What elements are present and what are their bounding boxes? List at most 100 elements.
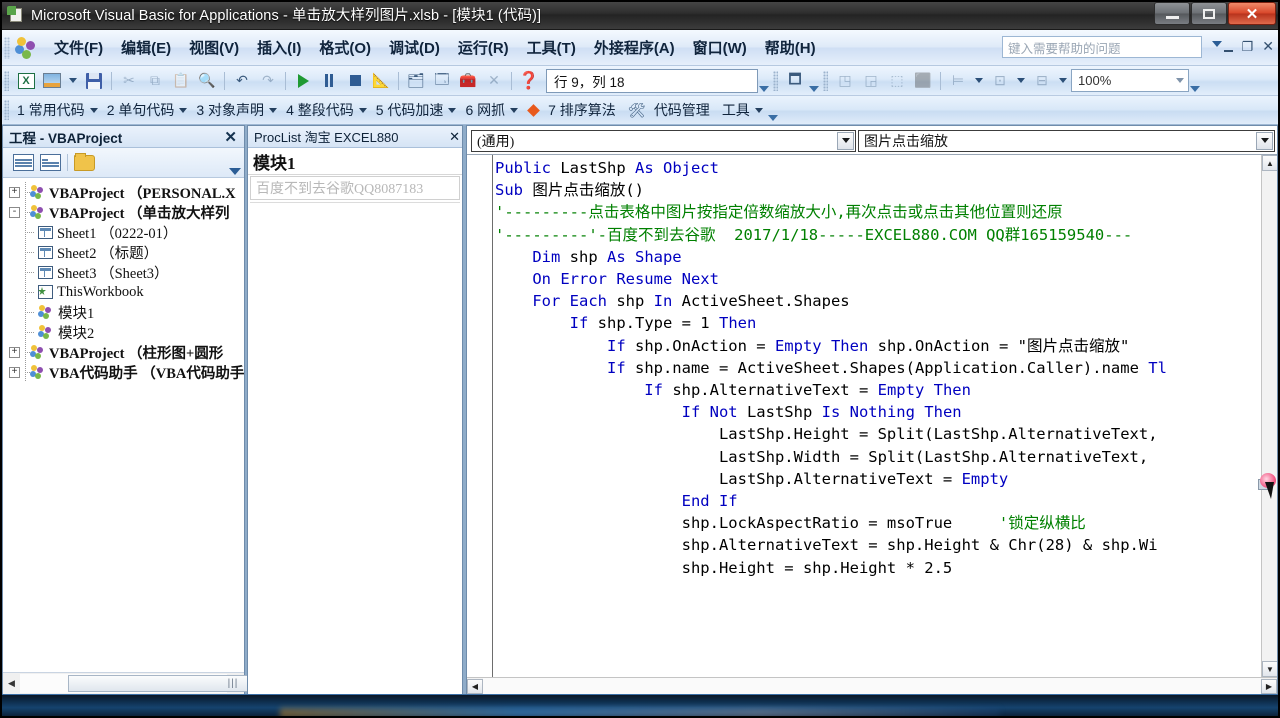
tree-item-sheet2[interactable]: Sheet2 （标题） (3, 242, 244, 262)
expander-icon[interactable]: + (9, 186, 20, 198)
close-icon[interactable]: ✕ (219, 128, 242, 146)
redo-icon[interactable]: ↷ (255, 69, 281, 93)
addin-object-declaration[interactable]: 3 对象声明 (192, 98, 266, 122)
design-mode-icon[interactable]: 📐 (368, 69, 394, 93)
addin-tools[interactable]: 工具 (718, 98, 752, 122)
toolbar-overflow-icon[interactable] (808, 70, 819, 92)
addin-code-manage[interactable]: 代码管理 (650, 98, 712, 122)
tree-item-vbaproject-personal[interactable]: + VBAProject （PERSONAL.X (3, 182, 244, 202)
chevron-down-icon[interactable] (269, 107, 278, 113)
expander-icon[interactable]: + (9, 366, 20, 378)
menu-item-addins[interactable]: 外接程序(A) (585, 33, 684, 62)
addin-grip-handle[interactable] (4, 100, 9, 120)
paste-icon[interactable]: 📋 (168, 69, 194, 93)
reset-icon[interactable] (342, 69, 368, 93)
chevron-down-icon[interactable] (1176, 78, 1184, 83)
scroll-left-icon[interactable]: ◀ (467, 678, 483, 694)
addin-sort-algorithm[interactable]: 7 排序算法 (544, 98, 618, 122)
hscroll-track[interactable]: ||| (20, 674, 398, 693)
os-taskbar[interactable] (0, 694, 1280, 718)
addin-web-scrape[interactable]: 6 网抓 (461, 98, 507, 122)
center-icon[interactable]: ⊡ (987, 69, 1013, 93)
toolbar-overflow-icon[interactable] (758, 70, 769, 92)
toolbar-grip-handle[interactable] (773, 70, 778, 91)
toolbar-grip-handle[interactable] (823, 70, 828, 91)
menu-item-edit[interactable]: 编辑(E) (112, 33, 180, 62)
proclist-results[interactable] (250, 202, 460, 693)
chevron-down-icon[interactable] (754, 107, 763, 113)
expander-icon[interactable]: - (9, 206, 20, 218)
menu-grip-handle[interactable] (4, 36, 10, 59)
menu-item-window[interactable]: 窗口(W) (684, 33, 756, 62)
run-icon[interactable] (290, 69, 316, 93)
code-editor-area[interactable]: Public LastShp As Object Sub 图片点击缩放() '---… (467, 154, 1277, 677)
center-chevron-icon[interactable] (1017, 78, 1025, 83)
chevron-down-icon[interactable] (1256, 131, 1273, 150)
tree-item-vba-code-assistant[interactable]: + VBA代码助手 （VBA代码助手 (3, 362, 244, 382)
align-chevron-icon[interactable] (975, 78, 983, 83)
edit-toolbar-icon[interactable]: 🗖 (782, 69, 808, 93)
insert-userform-icon[interactable] (39, 69, 65, 93)
menu-item-view[interactable]: 视图(V) (180, 33, 248, 62)
tree-item-sheet3[interactable]: Sheet3 （Sheet3） (3, 262, 244, 282)
send-to-back-icon[interactable]: ◲ (858, 69, 884, 93)
code-margin-indicator-bar[interactable] (467, 155, 493, 677)
size-icon[interactable]: ⊟ (1029, 69, 1055, 93)
addin-overflow-icon[interactable] (768, 99, 779, 121)
scroll-left-icon[interactable]: ◀ (3, 674, 20, 694)
close-icon[interactable]: ✕ (449, 129, 460, 145)
panel-overflow-icon[interactable] (229, 168, 241, 175)
maximize-button[interactable] (1191, 2, 1227, 25)
tree-item-vbaproject-active[interactable]: - VBAProject （单击放大样列 (3, 202, 244, 222)
menu-item-tools[interactable]: 工具(T) (518, 33, 585, 62)
tree-item-sheet1[interactable]: Sheet1 （0222-01） (3, 222, 244, 242)
align-left-icon[interactable]: ⊨ (945, 69, 971, 93)
view-code-icon[interactable] (13, 154, 34, 171)
chevron-down-icon[interactable] (89, 107, 98, 113)
chevron-down-icon[interactable] (510, 107, 519, 113)
view-object-icon[interactable] (40, 154, 61, 171)
code-hscrollbar[interactable]: ◀ ▶ (467, 677, 1277, 694)
insert-userform-chevron-icon[interactable] (69, 78, 77, 83)
chevron-down-icon[interactable] (179, 107, 188, 113)
mdi-close-icon[interactable]: ✕ (1262, 38, 1274, 55)
chevron-down-icon[interactable] (358, 107, 367, 113)
addin-common-code[interactable]: 1 常用代码 (13, 98, 87, 122)
project-tree-hscrollbar[interactable]: ◀ ||| ▶ (3, 672, 398, 694)
proclist-search-input[interactable]: 百度不到去谷歌QQ8087183 (250, 176, 460, 200)
group-icon[interactable]: ⬚ (884, 69, 910, 93)
chevron-down-icon[interactable] (837, 131, 854, 150)
save-icon[interactable] (81, 69, 107, 93)
menu-item-insert[interactable]: 插入(I) (248, 33, 310, 62)
break-icon[interactable] (316, 69, 342, 93)
bring-to-front-icon[interactable]: ◳ (832, 69, 858, 93)
chevron-down-icon[interactable] (448, 107, 457, 113)
help-icon[interactable]: ❓ (516, 69, 542, 93)
tree-item-vbaproject-charts[interactable]: + VBAProject （柱形图+圆形 (3, 342, 244, 362)
ungroup-icon[interactable]: ⬛ (910, 69, 936, 93)
help-question-input[interactable]: 键入需要帮助的问题 (1002, 36, 1202, 58)
menu-item-run[interactable]: 运行(R) (449, 33, 518, 62)
size-chevron-icon[interactable] (1059, 78, 1067, 83)
project-tree[interactable]: + VBAProject （PERSONAL.X - VBAProject （单… (3, 178, 244, 672)
tree-item-module1[interactable]: 模块1 (3, 302, 244, 322)
expander-icon[interactable]: + (9, 346, 20, 358)
copy-icon[interactable]: ⧉ (142, 69, 168, 93)
mdi-minimize-icon[interactable] (1223, 49, 1233, 52)
cut-icon[interactable]: ✂ (116, 69, 142, 93)
addin-single-statement[interactable]: 2 单句代码 (103, 98, 177, 122)
addin-whole-code[interactable]: 4 整段代码 (282, 98, 356, 122)
object-browser-icon[interactable]: 🧰 (455, 69, 481, 93)
object-dropdown[interactable]: (通用) (471, 129, 856, 152)
toolbar-overflow-icon[interactable] (1189, 70, 1200, 92)
scroll-down-icon[interactable]: ▼ (1262, 661, 1277, 677)
toolbox-icon[interactable]: ✕ (481, 69, 507, 93)
addin-code-accel[interactable]: 5 代码加速 (372, 98, 446, 122)
menu-item-file[interactable]: 文件(F) (45, 33, 112, 62)
toggle-folders-icon[interactable] (74, 152, 95, 171)
tree-item-module2[interactable]: 模块2 (3, 322, 244, 342)
code-vscrollbar[interactable]: ▲ ▼ (1261, 155, 1277, 677)
undo-icon[interactable]: ↶ (229, 69, 255, 93)
menu-item-format[interactable]: 格式(O) (310, 33, 380, 62)
procedure-dropdown[interactable]: 图片点击缩放 (858, 129, 1275, 152)
